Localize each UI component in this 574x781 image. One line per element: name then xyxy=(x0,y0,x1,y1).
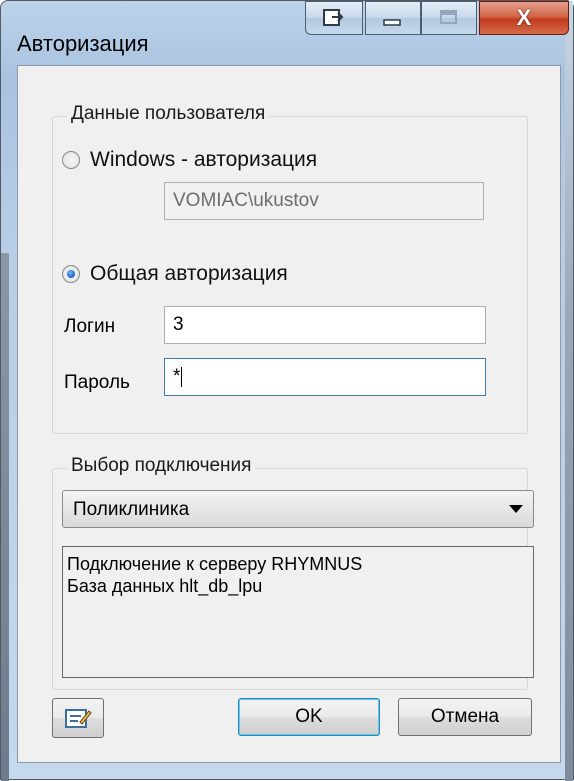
windows-auth-radio[interactable] xyxy=(62,151,80,169)
common-auth-option[interactable]: Общая авторизация xyxy=(62,262,288,286)
common-auth-label: Общая авторизация xyxy=(90,262,288,285)
cancel-button[interactable]: Отмена xyxy=(398,698,532,736)
switch-window-button[interactable] xyxy=(305,1,363,35)
window-frame-right xyxy=(565,1,573,781)
minimize-icon xyxy=(383,19,401,26)
auth-dialog-window: Авторизация X Данные пользователя Window… xyxy=(0,0,574,781)
window-switch-icon xyxy=(323,9,344,26)
connection-select[interactable]: Поликлиника xyxy=(62,490,534,528)
text-cursor xyxy=(181,366,183,387)
common-auth-radio[interactable] xyxy=(62,265,80,283)
connection-legend: Выбор подключения xyxy=(67,455,256,477)
minimize-button[interactable] xyxy=(365,1,421,35)
connection-database-line: База данных hlt_db_lpu xyxy=(67,576,263,596)
connection-server-line: Подключение к серверу RHYMNUS xyxy=(67,554,363,574)
window-frame-left xyxy=(1,253,9,781)
ok-button[interactable]: OK xyxy=(238,698,380,736)
edit-connection-icon xyxy=(65,709,92,728)
login-label: Логин xyxy=(64,316,116,337)
windows-auth-option[interactable]: Windows - авторизация xyxy=(62,148,317,172)
close-button[interactable]: X xyxy=(479,1,569,35)
chevron-down-icon xyxy=(509,505,523,513)
maximize-icon xyxy=(440,10,457,24)
user-data-legend: Данные пользователя xyxy=(67,103,270,125)
password-value: * xyxy=(173,366,181,387)
windows-auth-label: Windows - авторизация xyxy=(90,148,318,171)
window-title: Авторизация xyxy=(17,31,149,56)
login-field[interactable]: 3 xyxy=(164,306,486,344)
password-field[interactable]: * xyxy=(164,358,486,396)
login-value: 3 xyxy=(173,314,184,335)
close-icon: X xyxy=(516,5,532,30)
edit-connection-button[interactable] xyxy=(52,698,104,738)
windows-user-field: VOMIAC\ukustov xyxy=(164,182,484,220)
dialog-client-area: Данные пользователя Windows - авторизаци… xyxy=(17,65,561,763)
connection-select-value: Поликлиника xyxy=(73,499,190,520)
connection-info-box: Подключение к серверу RHYMNUS База данны… xyxy=(62,546,534,678)
password-label: Пароль xyxy=(64,372,130,393)
maximize-button[interactable] xyxy=(421,1,477,35)
